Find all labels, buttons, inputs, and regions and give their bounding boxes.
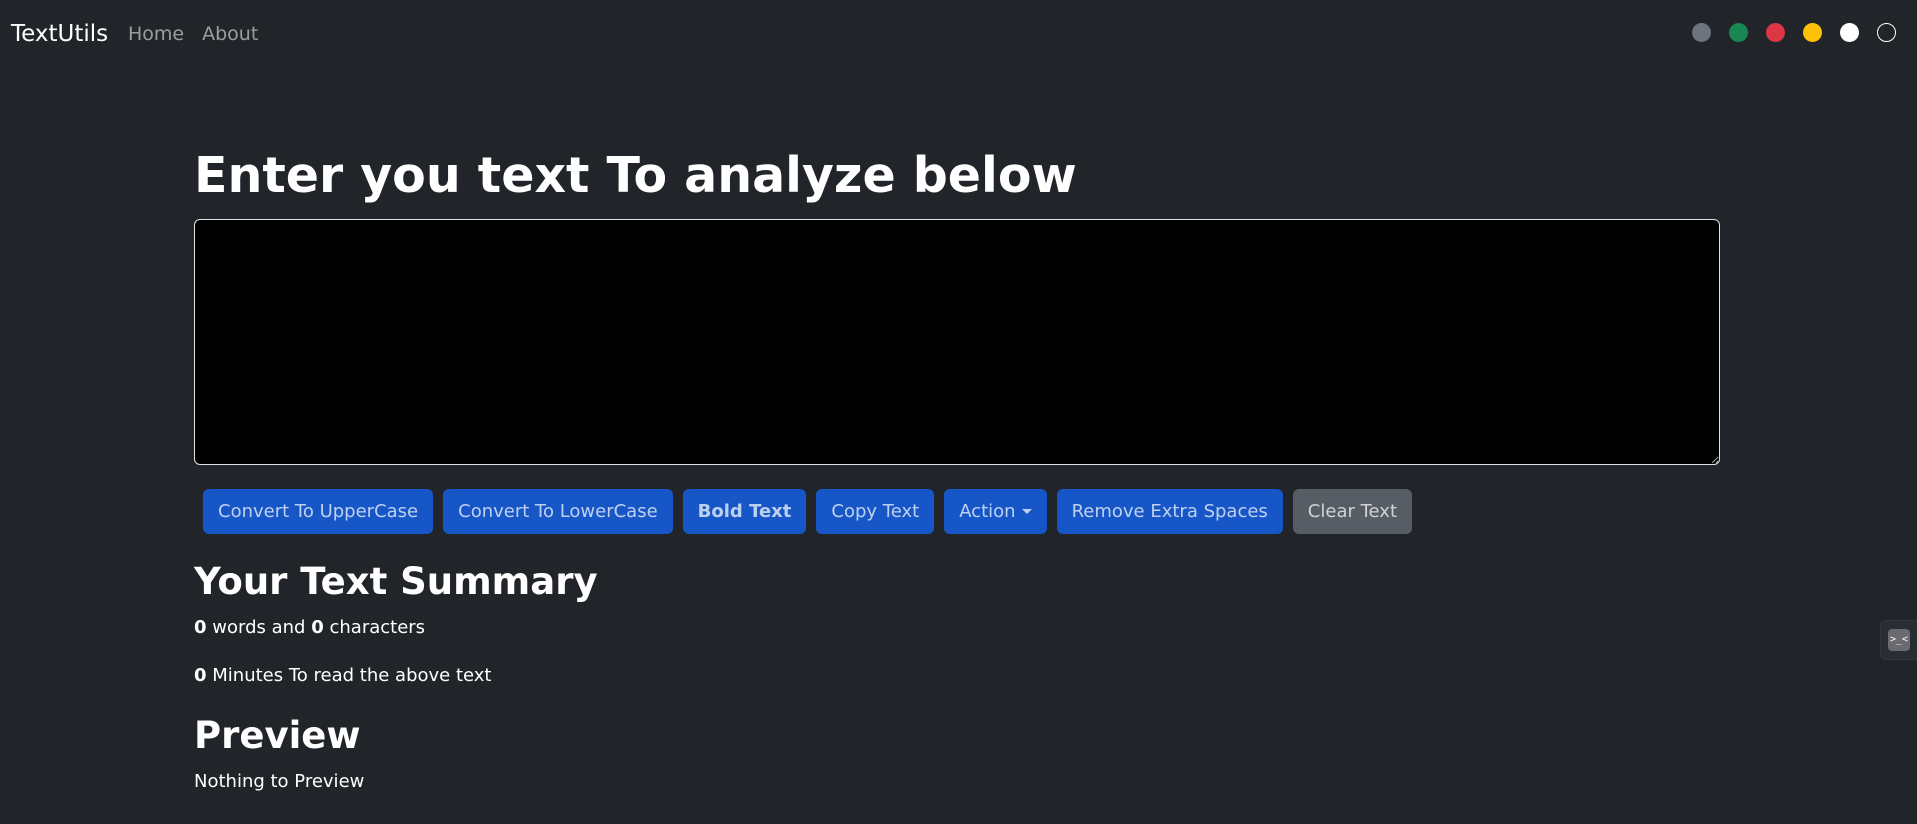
- action-buttons: Convert To UpperCase Convert To LowerCas…: [203, 489, 1720, 534]
- action-dropdown-label: Action: [959, 501, 1016, 522]
- nav-links: Home About: [128, 19, 258, 49]
- action-dropdown-button[interactable]: Action: [944, 489, 1047, 534]
- char-count: 0: [311, 617, 324, 638]
- theme-dot-red[interactable]: [1766, 23, 1785, 42]
- side-extension-widget[interactable]: >_<: [1880, 620, 1917, 660]
- characters-label: characters: [329, 617, 426, 638]
- preview-title: Preview: [194, 714, 361, 757]
- words-and-label: words and: [212, 617, 306, 638]
- minutes-label: Minutes To read the above text: [212, 665, 492, 686]
- text-input-area[interactable]: [194, 219, 1720, 465]
- uppercase-button[interactable]: Convert To UpperCase: [203, 489, 434, 534]
- remove-extra-spaces-button[interactable]: Remove Extra Spaces: [1056, 489, 1283, 534]
- caret-down-icon: [1021, 509, 1032, 514]
- reading-time-summary: 0 Minutes To read the above text: [194, 664, 1720, 688]
- lowercase-button[interactable]: Convert To LowerCase: [443, 489, 673, 534]
- word-char-summary: 0 words and 0 characters: [194, 616, 1720, 640]
- navbar: TextUtils Home About: [0, 0, 1917, 66]
- theme-dot-green[interactable]: [1729, 23, 1748, 42]
- nav-link-about[interactable]: About: [202, 19, 258, 49]
- theme-color-picker: [1692, 23, 1896, 42]
- main-content: Enter you text To analyze below Convert …: [194, 140, 1720, 794]
- nav-link-home[interactable]: Home: [128, 19, 184, 49]
- clear-text-button[interactable]: Clear Text: [1292, 489, 1412, 534]
- theme-dot-dark[interactable]: [1877, 23, 1896, 42]
- word-count: 0: [194, 617, 207, 638]
- extension-icon: >_<: [1888, 629, 1910, 651]
- preview-text: Nothing to Preview: [194, 771, 365, 792]
- bold-text-button[interactable]: Bold Text: [682, 489, 807, 534]
- minutes-count: 0: [194, 665, 207, 686]
- brand-link[interactable]: TextUtils: [11, 19, 108, 49]
- theme-dot-white[interactable]: [1840, 23, 1859, 42]
- theme-dot-yellow[interactable]: [1803, 23, 1822, 42]
- copy-text-button[interactable]: Copy Text: [816, 489, 935, 534]
- page-title: Enter you text To analyze below: [194, 147, 1077, 204]
- summary-title: Your Text Summary: [194, 560, 598, 603]
- theme-dot-gray[interactable]: [1692, 23, 1711, 42]
